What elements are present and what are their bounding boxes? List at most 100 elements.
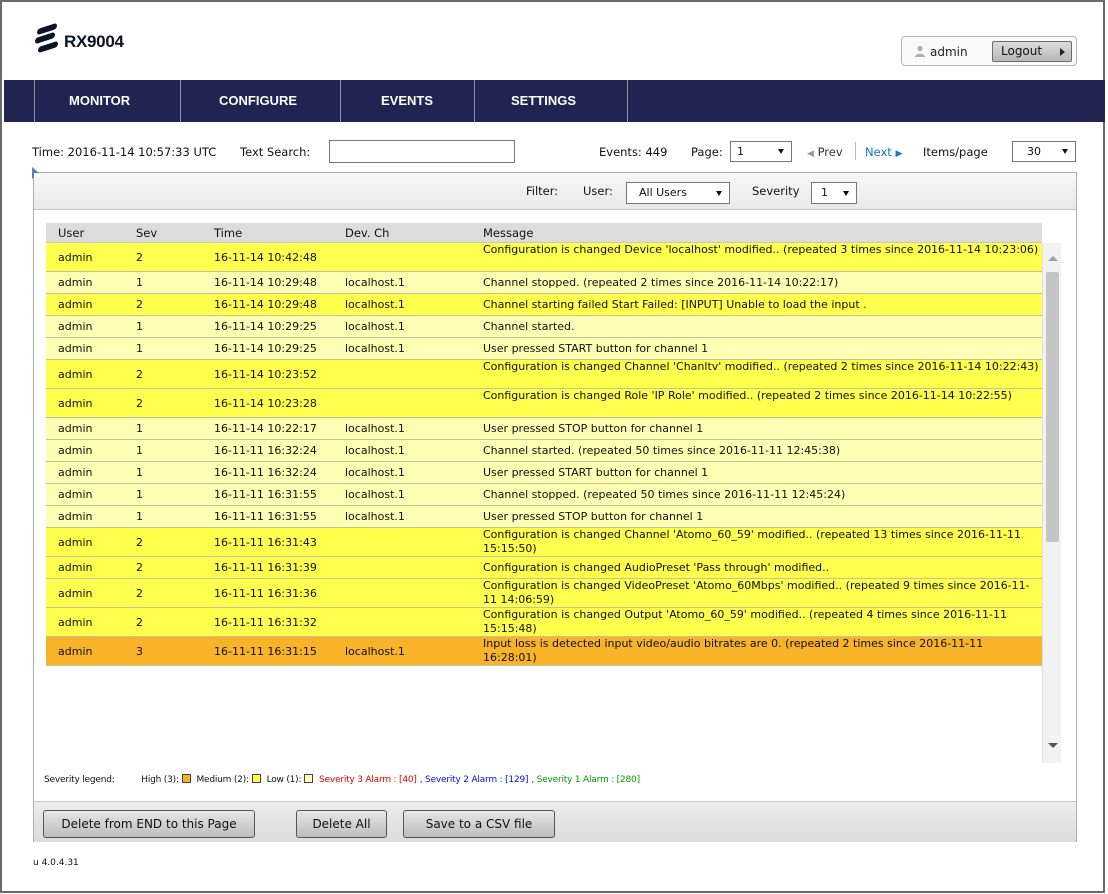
legend-sev2-count: , Severity 2 Alarm : [129] — [419, 775, 529, 785]
column-header-message[interactable]: Message — [483, 226, 533, 240]
scroll-up-icon[interactable] — [1048, 256, 1058, 261]
table-row[interactable]: admin 2 16-11-14 10:23:52 Configuration is … — [46, 360, 1042, 389]
cell-time: 16-11-14 10:23:52 — [214, 368, 317, 381]
cell-severity: 1 — [136, 466, 143, 479]
page-select[interactable]: 1 — [730, 141, 792, 162]
table-row[interactable]: admin 2 16-11-14 10:23:28 Configuration is … — [46, 389, 1042, 418]
nav-events[interactable]: EVENTS — [340, 80, 474, 122]
cell-time: 16-11-11 16:31:36 — [214, 587, 317, 600]
table-row[interactable]: admin 1 16-11-14 10:29:48 localhost.1 Channe… — [46, 272, 1042, 294]
table-row[interactable]: admin 2 16-11-14 10:29:48 localhost.1 Channe… — [46, 294, 1042, 316]
cell-time: 16-11-14 10:42:48 — [214, 251, 317, 264]
column-header-device-channel[interactable]: Dev. Ch — [345, 226, 389, 240]
ericsson-logo-icon — [34, 22, 62, 54]
prev-label: Prev — [817, 145, 843, 159]
cell-message: Configuration is changed Channel 'Chanlt… — [483, 360, 1039, 373]
dropdown-arrow-icon — [778, 149, 784, 154]
cell-time: 16-11-11 16:31:39 — [214, 561, 317, 574]
table-body: admin 2 16-11-14 10:42:48 Configuration is … — [46, 243, 1042, 666]
table-row[interactable]: admin 2 16-11-11 16:31:32 Configuration is … — [46, 608, 1042, 637]
cell-time: 16-11-11 16:31:43 — [214, 536, 317, 549]
events-panel: Filter: User: All Users Severity 1 User … — [32, 167, 1077, 842]
save-csv-button[interactable]: Save to a CSV file — [403, 810, 555, 838]
delete-all-button[interactable]: Delete All — [296, 810, 387, 838]
actions-bar: Delete from END to this Page Delete All … — [34, 802, 1076, 842]
cell-message: Configuration is changed Device 'localho… — [483, 243, 1039, 256]
legend-sev1-count: , Severity 1 Alarm : [280] — [531, 775, 640, 785]
legend-low-swatch — [304, 774, 314, 783]
legend-low-label: Low (1): — [266, 775, 302, 785]
table-row[interactable]: admin 1 16-11-11 16:31:55 localhost.1 User p… — [46, 506, 1042, 528]
legend-medium-label: Medium (2): — [196, 775, 249, 785]
next-label: Next — [865, 145, 892, 159]
events-table: User Sev Time Dev. Ch Message admin 2 16-1… — [46, 223, 1061, 763]
next-button[interactable]: Next ▶ — [865, 145, 902, 159]
search-input[interactable] — [329, 140, 515, 163]
cell-user: admin — [58, 587, 93, 600]
column-header-time[interactable]: Time — [214, 226, 242, 240]
cell-message: Input loss is detected input video/audio… — [483, 637, 984, 664]
items-per-page-select[interactable]: 30 — [1012, 141, 1076, 162]
cell-user: admin — [58, 422, 93, 435]
scroll-down-icon[interactable] — [1048, 743, 1058, 748]
items-per-page-value: 30 — [1027, 145, 1041, 158]
column-header-user[interactable]: User — [58, 226, 84, 240]
logo: RX9004 — [34, 22, 124, 54]
legend-high-label: High (3): — [141, 775, 179, 785]
cell-message: Configuration is changed Role 'IP Role' … — [483, 389, 1012, 402]
cell-severity: 1 — [136, 422, 143, 435]
user-filter-select[interactable]: All Users — [626, 182, 730, 204]
table-row[interactable]: admin 2 16-11-11 16:31:43 Configuration is … — [46, 528, 1042, 557]
prev-arrow-icon: ◀ — [807, 149, 814, 159]
app-window: RX9004 admin Logout MONITOR CONFIGURE EV… — [0, 0, 1105, 893]
cell-severity: 2 — [136, 251, 143, 264]
nav-monitor[interactable]: MONITOR — [34, 80, 180, 122]
table-row[interactable]: admin 2 16-11-11 16:31:36 Configuration is … — [46, 579, 1042, 608]
cell-device-channel: localhost.1 — [345, 466, 405, 479]
cell-device-channel: localhost.1 — [345, 444, 405, 457]
cell-user: admin — [58, 561, 93, 574]
table-row[interactable]: admin 2 16-11-11 16:31:39 Configuration is … — [46, 557, 1042, 579]
cell-time: 16-11-11 16:31:55 — [214, 488, 317, 501]
cell-user: admin — [58, 645, 93, 658]
dropdown-arrow-icon — [843, 191, 849, 196]
user-box: admin Logout — [901, 36, 1077, 66]
cell-severity: 2 — [136, 536, 143, 549]
table-row[interactable]: admin 1 16-11-14 10:29:25 localhost.1 User p… — [46, 338, 1042, 360]
cell-severity: 2 — [136, 397, 143, 410]
cell-message: Channel stopped. (repeated 2 times since… — [483, 276, 839, 289]
cell-message: Configuration is changed AudioPreset 'Pa… — [483, 561, 830, 574]
severity-filter-select[interactable]: 1 — [811, 182, 857, 204]
logout-button[interactable]: Logout — [992, 41, 1072, 62]
pager-divider — [855, 142, 856, 160]
delete-from-end-button[interactable]: Delete from END to this Page — [43, 810, 255, 838]
scroll-thumb[interactable] — [1046, 272, 1059, 542]
cell-severity: 1 — [136, 510, 143, 523]
table-row[interactable]: admin 1 16-11-14 10:29:25 localhost.1 Channe… — [46, 316, 1042, 338]
table-row[interactable]: admin 1 16-11-11 16:32:24 localhost.1 User p… — [46, 462, 1042, 484]
cell-severity: 2 — [136, 587, 143, 600]
table-row[interactable]: admin 1 16-11-14 10:22:17 localhost.1 User p… — [46, 418, 1042, 440]
nav-settings[interactable]: SETTINGS — [474, 80, 628, 122]
table-row[interactable]: admin 1 16-11-11 16:32:24 localhost.1 Channe… — [46, 440, 1042, 462]
table-scrollbar[interactable] — [1042, 243, 1061, 763]
table-row[interactable]: admin 1 16-11-11 16:31:55 localhost.1 Channe… — [46, 484, 1042, 506]
cell-user: admin — [58, 342, 93, 355]
cell-severity: 2 — [136, 561, 143, 574]
legend-title: Severity legend: — [44, 775, 115, 785]
legend-high-swatch — [181, 774, 191, 783]
cell-time: 16-11-14 10:29:48 — [214, 276, 317, 289]
cell-message: Channel starting failed Start Failed: [I… — [483, 298, 867, 311]
table-row[interactable]: admin 3 16-11-11 16:31:15 localhost.1 Input … — [46, 637, 1042, 666]
page-label: Page: — [691, 145, 723, 159]
cell-severity: 1 — [136, 444, 143, 457]
cell-device-channel: localhost.1 — [345, 488, 405, 501]
table-row[interactable]: admin 2 16-11-14 10:42:48 Configuration is … — [46, 243, 1042, 272]
nav-configure[interactable]: CONFIGURE — [180, 80, 340, 122]
cell-user: admin — [58, 488, 93, 501]
severity-filter-label: Severity — [752, 184, 800, 198]
column-header-sev[interactable]: Sev — [136, 226, 157, 240]
prev-button[interactable]: ◀ Prev — [807, 145, 843, 159]
cell-device-channel: localhost.1 — [345, 422, 405, 435]
user-name: admin — [930, 45, 968, 59]
